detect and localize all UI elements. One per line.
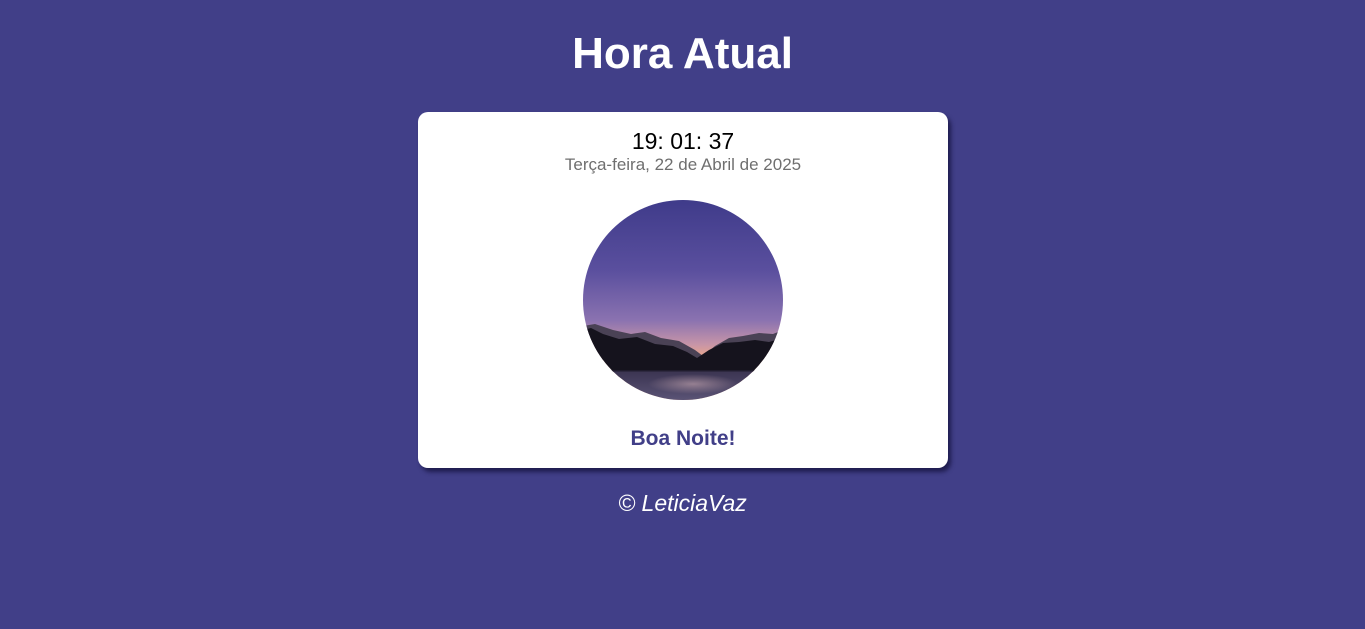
night-landscape-image — [583, 200, 783, 400]
clock-card: 19: 01: 37 Terça-feira, 22 de Abril de 2… — [418, 112, 948, 468]
clock-time: 19: 01: 37 — [631, 128, 735, 154]
greeting-message: Boa Noite! — [630, 427, 736, 450]
clock-date: Terça-feira, 22 de Abril de 2025 — [564, 155, 802, 174]
footer-credit: © LeticiaVaz — [618, 490, 747, 516]
page-title: Hora Atual — [572, 29, 793, 78]
